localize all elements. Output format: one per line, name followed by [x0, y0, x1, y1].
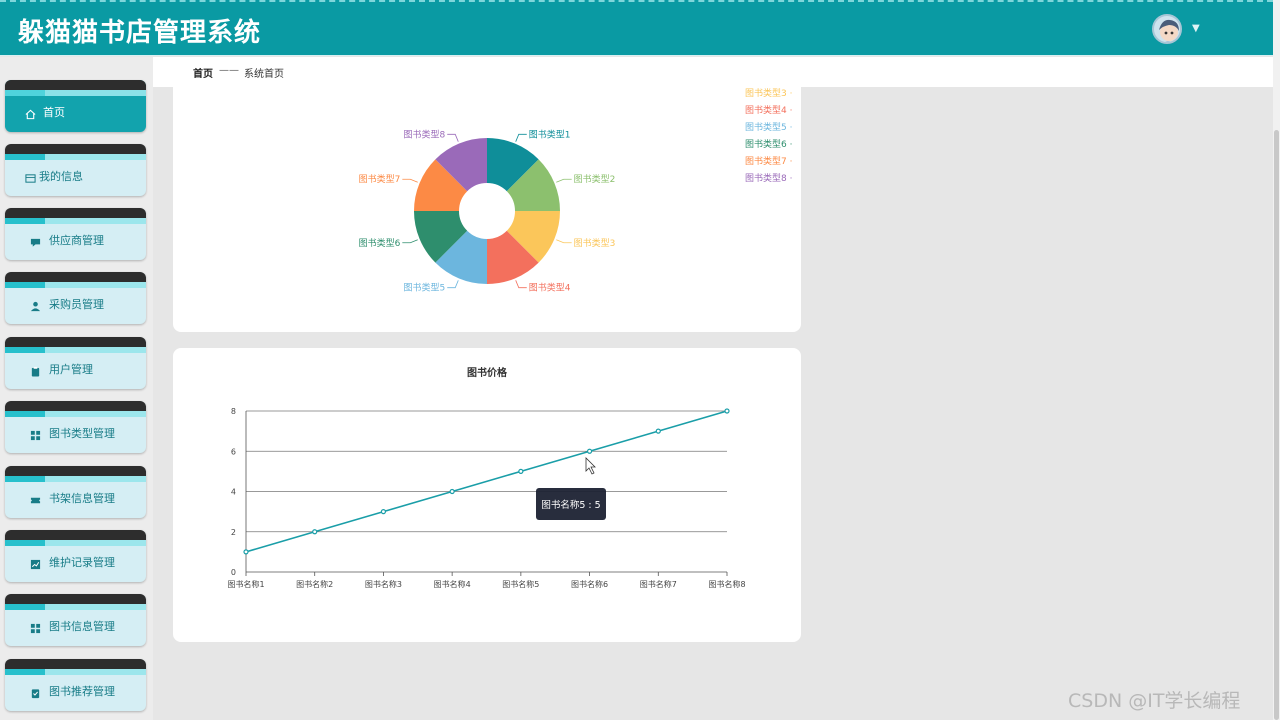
pie-label-leader: [556, 178, 572, 183]
sidebar-item-label: 书架信息管理: [49, 492, 115, 505]
breadcrumb: 首页 —— 系统首页: [153, 57, 1273, 87]
sidebar-item-label: 图书信息管理: [49, 620, 115, 633]
legend-item[interactable]: 图书类型7 ·: [745, 154, 792, 167]
pie-slice-label: 图书类型6: [359, 237, 401, 249]
sidebar-item-label: 用户管理: [49, 363, 93, 376]
data-point[interactable]: [312, 529, 318, 535]
pie-slice-label: 图书类型3: [574, 237, 616, 249]
clipboard-icon: [30, 362, 41, 377]
sidebar-item-label: 供应商管理: [49, 234, 104, 247]
pie-label-leader: [447, 133, 459, 142]
pie-slice-label: 图书类型5: [404, 282, 446, 294]
sidebar-item-label: 图书推荐管理: [49, 685, 115, 698]
x-tick-label: 图书名称6: [571, 579, 608, 589]
sidebar-item-10[interactable]: 图书推荐管理: [5, 659, 146, 711]
grid-icon: [30, 426, 41, 441]
pie-slice-label: 图书类型1: [529, 128, 571, 140]
chat-icon: [30, 233, 41, 247]
sidebar-item-4[interactable]: 采购员管理: [5, 272, 146, 324]
checklist-icon: [30, 684, 41, 699]
avatar-image: [1159, 19, 1179, 42]
book-price-line-chart: 图书价格 0 2 4 6 8 图书名称1 图书名称2 图书名称3 图书名称4 图书名称5 图书名称6 图…: [227, 366, 745, 589]
sidebar-item-6[interactable]: 图书类型管理: [5, 401, 146, 453]
legend-item[interactable]: 图书类型8 ·: [745, 171, 792, 184]
breadcrumb-current: 系统首页: [244, 69, 284, 80]
sidebar-item-label: 维护记录管理: [49, 556, 115, 569]
pie-label-leader: [447, 280, 459, 289]
legend-item[interactable]: 图书类型4 ·: [745, 103, 792, 116]
legend-item-label: 图书类型6: [745, 140, 787, 150]
legend-item-label: 图书类型3: [745, 89, 787, 99]
chart-title: 图书价格: [467, 366, 508, 379]
y-tick-label: 2: [231, 528, 236, 537]
y-tick-label: 6: [231, 447, 236, 456]
grid-icon: [30, 619, 41, 634]
breadcrumb-separator: ——: [219, 65, 239, 76]
legend-item-label: 图书类型5: [745, 123, 787, 133]
pie-slice-label: 图书类型2: [574, 173, 616, 185]
user-avatar[interactable]: [1152, 14, 1182, 44]
book-type-pie-card: 图书类型1 图书类型2 图书类型3 图书类型4 图书类型5 图书类型6 图书类型7 图书类型8: [173, 87, 801, 332]
user-menu-caret-icon[interactable]: ▼: [1192, 23, 1200, 34]
pie-slice-label: 图书类型4: [529, 282, 571, 294]
chart-icon: [30, 555, 41, 570]
profile-card-icon: [25, 169, 36, 183]
legend-item-label: 图书类型8: [745, 174, 787, 184]
pie-label-leader: [556, 239, 572, 244]
sidebar-item-label: 首页: [43, 106, 65, 119]
sidebar-item-8[interactable]: 维护记录管理: [5, 530, 146, 582]
legend-item[interactable]: 图书类型3 ·: [745, 86, 792, 99]
chart-tooltip: 图书名称5 : 5: [536, 488, 606, 520]
sidebar-item-9[interactable]: 图书信息管理: [5, 594, 146, 646]
sidebar-item-1[interactable]: 首页: [5, 80, 146, 132]
x-tick-label: 图书名称5: [502, 579, 539, 589]
sidebar-item-5[interactable]: 用户管理: [5, 337, 146, 389]
book-type-pie-chart: 图书类型1 图书类型2 图书类型3 图书类型4 图书类型5 图书类型6 图书类型7 图书类型8: [359, 128, 616, 294]
user-icon: [30, 297, 41, 312]
mouse-cursor-icon: [585, 457, 596, 475]
price-series-line: [245, 410, 728, 553]
legend-item-label: 图书类型7: [745, 157, 787, 167]
x-tick-label: 图书名称7: [640, 579, 677, 589]
pie-label-leader: [515, 280, 527, 289]
watermark: CSDN @IT学长编程: [1068, 690, 1241, 712]
y-tick-label: 4: [231, 488, 236, 497]
y-tick-label: 0: [231, 568, 236, 577]
page-scrollbar-thumb[interactable]: [1274, 130, 1279, 720]
legend-item[interactable]: 图书类型6 ·: [745, 137, 792, 150]
book-price-line-card: 图书价格 0 2 4 6 8 图书名称1 图书名称2 图书名称3 图书名称4 图书名称5 图书名称6 图…: [173, 348, 801, 642]
y-tick-label: 8: [231, 407, 236, 416]
data-point[interactable]: [655, 428, 661, 434]
pie-slice-label: 图书类型8: [404, 128, 446, 140]
home-icon: [25, 105, 36, 120]
sidebar-item-label: 我的信息: [39, 170, 83, 183]
x-tick-label: 图书名称3: [365, 579, 402, 589]
data-point[interactable]: [724, 408, 730, 414]
legend-item-label: 图书类型4: [745, 106, 787, 116]
tooltip-text: 图书名称5 : 5: [541, 499, 600, 511]
x-tick-label: 图书名称4: [434, 579, 471, 589]
sidebar-item-label: 采购员管理: [49, 298, 104, 311]
data-point[interactable]: [243, 549, 249, 555]
ticket-icon: [30, 491, 41, 504]
data-point[interactable]: [586, 448, 593, 454]
sidebar-item-3[interactable]: 供应商管理: [5, 208, 146, 260]
sidebar-item-label: 图书类型管理: [49, 427, 115, 440]
breadcrumb-home-link[interactable]: 首页: [193, 65, 213, 80]
data-point[interactable]: [518, 468, 524, 474]
app-title: 躲猫猫书店管理系统: [18, 18, 262, 48]
pie-label-leader: [515, 133, 527, 142]
pie-slice-label: 图书类型7: [359, 173, 401, 185]
data-point[interactable]: [449, 488, 455, 495]
data-point[interactable]: [380, 509, 387, 515]
top-bar: 躲猫猫书店管理系统 ▼: [0, 0, 1273, 56]
legend-item[interactable]: 图书类型5 ·: [745, 120, 792, 133]
x-tick-label: 图书名称8: [708, 579, 745, 589]
pie-label-leader: [402, 239, 418, 244]
sidebar-item-7[interactable]: 书架信息管理: [5, 466, 146, 518]
pie-label-leader: [402, 178, 418, 183]
x-tick-label: 图书名称1: [227, 579, 264, 589]
sidebar-item-2[interactable]: 我的信息: [5, 144, 146, 196]
x-tick-label: 图书名称2: [296, 579, 333, 589]
